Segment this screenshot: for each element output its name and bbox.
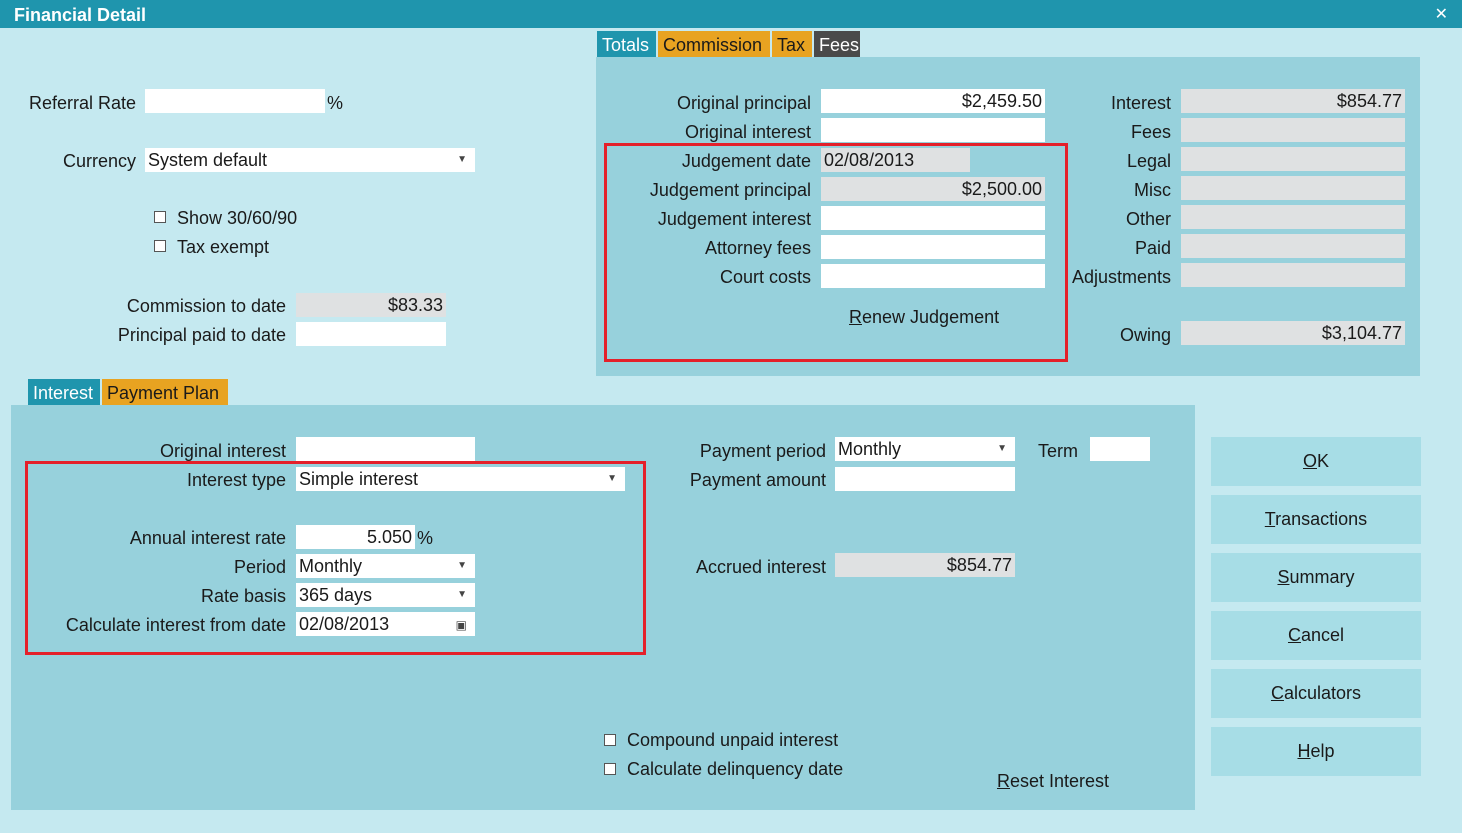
cancel-mnemonic: C: [1287, 625, 1301, 645]
cancel-text: ancel: [1300, 625, 1345, 645]
show-306090-label: Show 30/60/90: [177, 208, 298, 228]
adjustments-total-label: Adjustments: [1071, 267, 1171, 287]
chevron-down-icon: ▼: [997, 443, 1007, 454]
cancel-button[interactable]: Cancel: [1211, 611, 1421, 660]
chevron-down-icon: ▼: [457, 154, 467, 165]
fees-total-field: [1181, 118, 1405, 142]
help-mnemonic: H: [1297, 741, 1311, 761]
close-icon[interactable]: ✕: [1435, 4, 1448, 24]
ok-mnemonic: O: [1302, 451, 1317, 471]
owing-field: $3,104.77: [1181, 321, 1405, 345]
misc-total-label: Misc: [1134, 180, 1171, 200]
reset-interest-text: eset Interest: [1010, 771, 1110, 791]
summary-mnemonic: S: [1277, 567, 1290, 587]
tab-tax[interactable]: Tax: [772, 31, 812, 59]
tab-totals[interactable]: Totals: [597, 31, 656, 59]
summary-text: ummary: [1289, 567, 1355, 587]
currency-select[interactable]: System default ▼: [145, 148, 475, 172]
original-interest-input[interactable]: [821, 118, 1045, 142]
help-text: elp: [1310, 741, 1335, 761]
referral-rate-label: Referral Rate: [28, 93, 136, 113]
window-title: Financial Detail: [14, 5, 147, 25]
tab-payment-plan[interactable]: Payment Plan: [102, 379, 228, 407]
title-bar: Financial Detail ✕: [0, 0, 1462, 28]
interest-total-field: $854.77: [1181, 89, 1405, 113]
tab-interest[interactable]: Interest: [28, 379, 100, 407]
owing-label: Owing: [1119, 325, 1171, 345]
legal-total-field: [1181, 147, 1405, 171]
paid-total-field: [1181, 234, 1405, 258]
tax-exempt-label: Tax exempt: [177, 237, 270, 257]
original-interest-label: Original interest: [684, 122, 811, 142]
referral-rate-input[interactable]: [145, 89, 325, 113]
legal-total-label: Legal: [1126, 151, 1171, 171]
help-button[interactable]: Help: [1211, 727, 1421, 776]
principal-paid-label: Principal paid to date: [117, 325, 286, 345]
misc-total-field: [1181, 176, 1405, 200]
tab-commission[interactable]: Commission: [658, 31, 770, 59]
commission-to-date-field: $83.33: [296, 293, 446, 317]
payment-period-select[interactable]: Monthly ▼: [835, 437, 1015, 461]
judgement-highlight-box: [604, 143, 1068, 362]
term-label: Term: [1038, 441, 1078, 461]
accrued-interest-label: Accrued interest: [695, 557, 826, 577]
reset-interest-mnemonic: R: [997, 771, 1010, 791]
tab-fees[interactable]: Fees: [814, 31, 860, 59]
other-total-label: Other: [1125, 209, 1171, 229]
calculators-text: alculators: [1283, 683, 1362, 703]
calculators-mnemonic: C: [1270, 683, 1284, 703]
interest-total-label: Interest: [1110, 93, 1171, 113]
commission-to-date-label: Commission to date: [126, 296, 286, 316]
other-total-field: [1181, 205, 1405, 229]
referral-rate-percent: %: [327, 93, 344, 113]
original-principal-input[interactable]: $2,459.50: [821, 89, 1045, 113]
transactions-button[interactable]: Transactions: [1211, 495, 1421, 544]
delinquency-date-checkbox[interactable]: [604, 763, 616, 775]
adjustments-total-field: [1181, 263, 1405, 287]
principal-paid-input[interactable]: [296, 322, 446, 346]
ok-text: K: [1317, 451, 1330, 471]
tax-exempt-checkbox[interactable]: [154, 240, 166, 252]
accrued-interest-field: $854.77: [835, 553, 1015, 577]
show-306090-checkbox[interactable]: [154, 211, 166, 223]
payment-period-value: Monthly: [838, 439, 902, 459]
transactions-text: ransactions: [1275, 509, 1368, 529]
compound-interest-checkbox[interactable]: [604, 734, 616, 746]
interest-original-interest-input[interactable]: [296, 437, 475, 461]
delinquency-date-label: Calculate delinquency date: [627, 759, 844, 779]
payment-period-label: Payment period: [699, 441, 826, 461]
ok-button[interactable]: OK: [1211, 437, 1421, 486]
payment-amount-input[interactable]: [835, 467, 1015, 491]
interest-highlight-box: [25, 461, 646, 655]
original-principal-label: Original principal: [676, 93, 811, 113]
paid-total-label: Paid: [1134, 238, 1171, 258]
calculators-button[interactable]: Calculators: [1211, 669, 1421, 718]
reset-interest-link[interactable]: Reset Interest: [997, 771, 1109, 792]
term-input[interactable]: [1090, 437, 1150, 461]
transactions-mnemonic: T: [1264, 509, 1276, 529]
compound-interest-label: Compound unpaid interest: [627, 730, 839, 750]
fees-total-label: Fees: [1130, 122, 1171, 142]
interest-original-interest-label: Original interest: [159, 441, 286, 461]
currency-value: System default: [148, 150, 268, 170]
payment-amount-label: Payment amount: [689, 470, 826, 490]
currency-label: Currency: [62, 151, 136, 171]
summary-button[interactable]: Summary: [1211, 553, 1421, 602]
